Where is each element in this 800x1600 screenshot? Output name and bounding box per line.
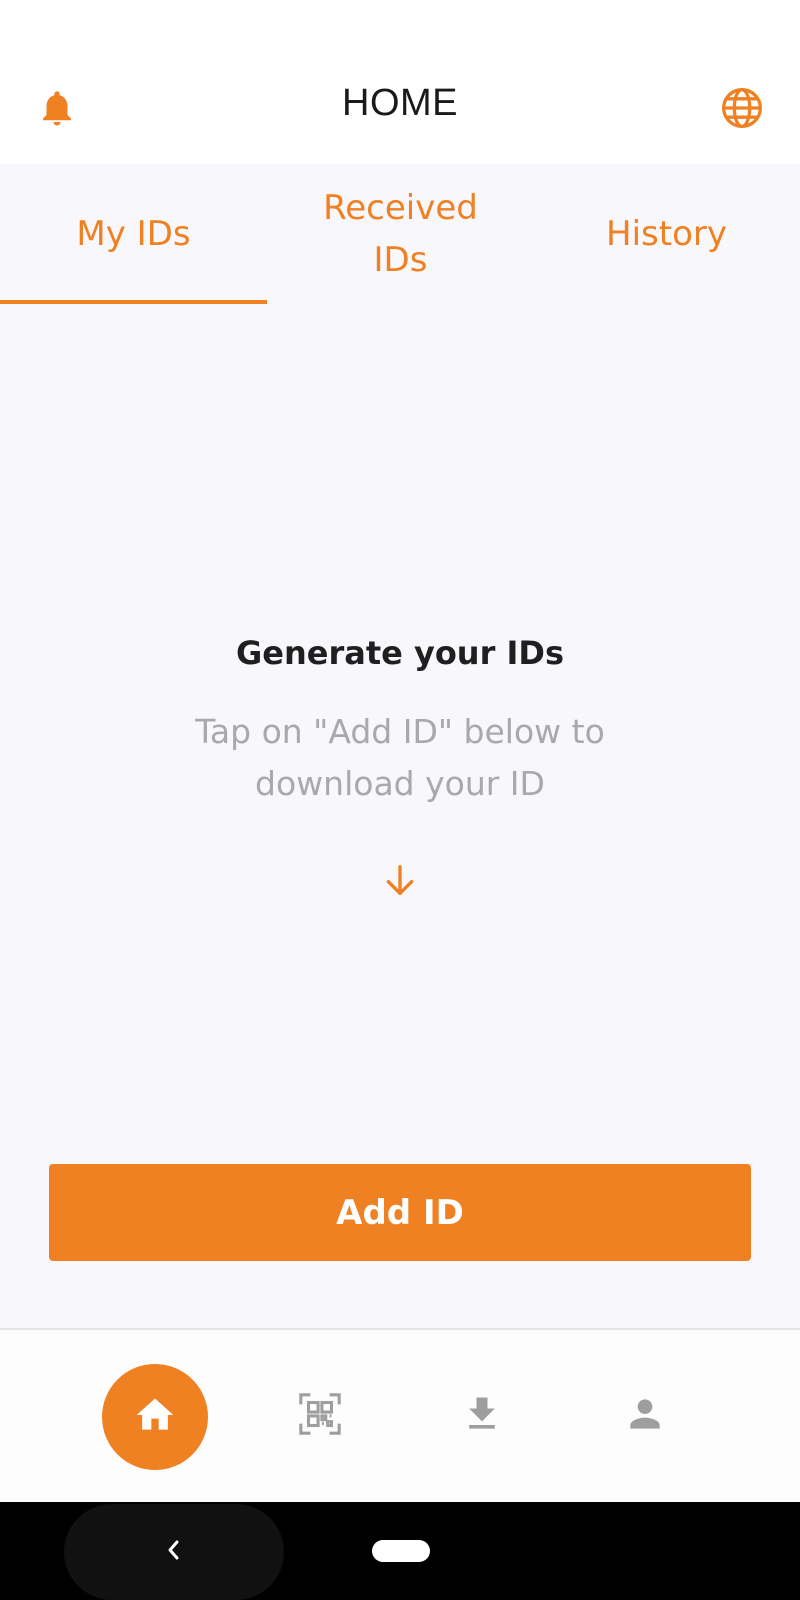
app-bar: HOME [0, 56, 800, 164]
tab-label: Received IDs [323, 188, 478, 280]
home-icon [133, 1393, 177, 1441]
empty-state-subtitle: Tap on "Add ID" below to download your I… [195, 712, 605, 803]
system-back-button[interactable] [64, 1504, 284, 1600]
bottom-nav [0, 1328, 800, 1502]
add-id-button[interactable]: Add ID [49, 1164, 751, 1261]
nav-downloads[interactable] [454, 1388, 510, 1444]
tab-label: History [606, 214, 727, 254]
tab-history[interactable]: History [533, 164, 800, 304]
nav-qr-scan[interactable] [292, 1388, 348, 1444]
qr-code-icon [297, 1391, 343, 1441]
tab-indicator [0, 300, 267, 304]
tab-received-ids[interactable]: Received IDs [267, 164, 534, 304]
tab-label: My IDs [76, 214, 191, 254]
system-nav-bar [0, 1502, 800, 1600]
download-icon [460, 1392, 504, 1440]
tab-bar: My IDs Received IDs History [0, 164, 800, 304]
page-title: HOME [342, 82, 458, 124]
system-home-button[interactable] [372, 1540, 430, 1562]
nav-home[interactable] [102, 1364, 208, 1470]
globe-icon[interactable] [720, 86, 764, 130]
arrow-down-icon [380, 860, 420, 900]
tab-my-ids[interactable]: My IDs [0, 164, 267, 304]
status-bar [0, 0, 800, 56]
empty-state-title: Generate your IDs [235, 634, 565, 672]
nav-profile[interactable] [617, 1388, 673, 1444]
chevron-left-icon [162, 1536, 186, 1568]
profile-icon [623, 1392, 667, 1440]
